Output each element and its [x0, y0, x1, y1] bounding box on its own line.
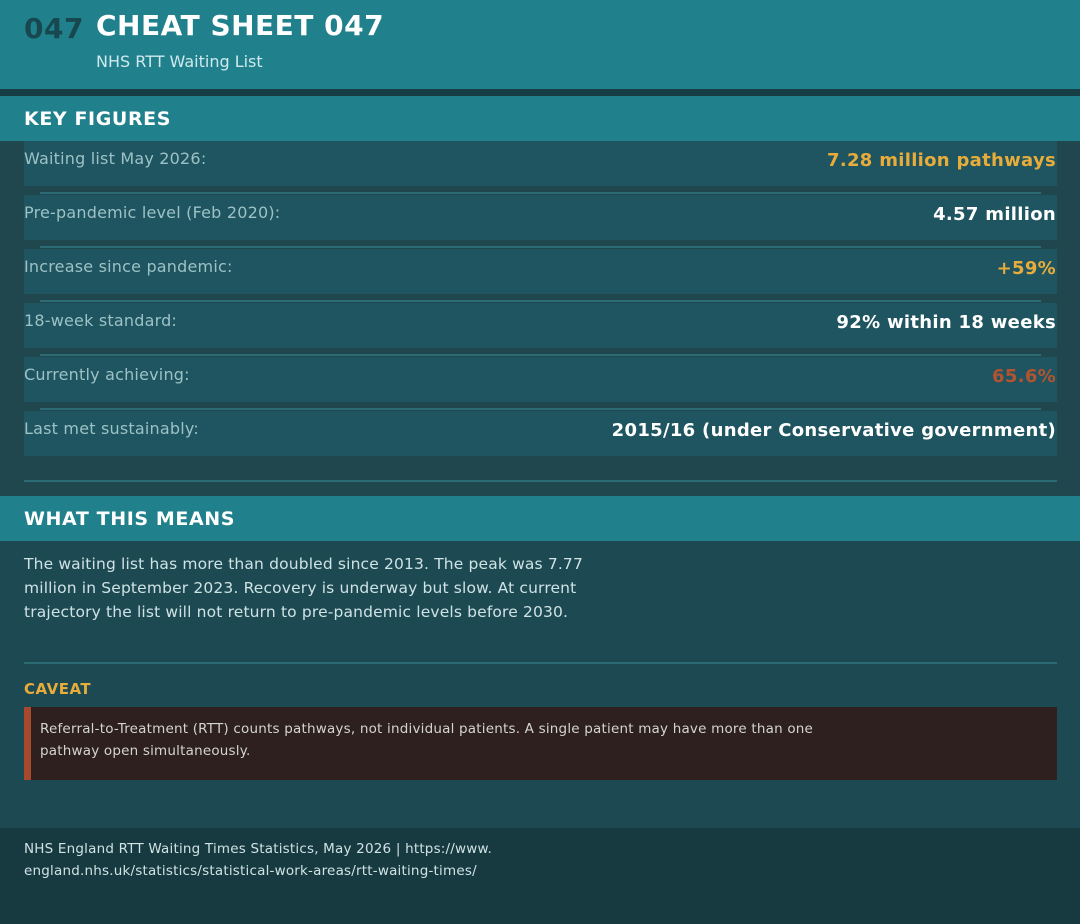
row-divider — [40, 246, 1041, 248]
section-header-what-this-means: WHAT THIS MEANS — [0, 496, 1080, 541]
key-figure-row: Waiting list May 2026: 7.28 million path… — [24, 141, 1057, 186]
row-divider — [40, 354, 1041, 356]
key-figure-label: Pre-pandemic level (Feb 2020): — [24, 203, 281, 222]
section-divider — [24, 662, 1057, 664]
section-title: WHAT THIS MEANS — [24, 508, 236, 530]
key-figure-value: 2015/16 (under Conservative government) — [611, 420, 1056, 441]
page-title: CHEAT SHEET 047 — [96, 9, 385, 42]
caveat-text: Referral-to-Treatment (RTT) counts pathw… — [40, 721, 814, 759]
key-figure-value: 65.6% — [992, 366, 1056, 387]
explanation-paragraph: The waiting list has more than doubled s… — [24, 555, 583, 621]
key-figure-row: Increase since pandemic: +59% — [24, 249, 1057, 294]
source-citation: NHS England RTT Waiting Times Statistics… — [24, 841, 493, 879]
key-figure-value: 92% within 18 weeks — [836, 312, 1056, 333]
section-divider — [24, 480, 1057, 482]
row-divider — [40, 300, 1041, 302]
key-figure-row: 18-week standard: 92% within 18 weeks — [24, 303, 1057, 348]
key-figure-value: 7.28 million pathways — [827, 150, 1056, 171]
caveat-callout: Referral-to-Treatment (RTT) counts pathw… — [24, 707, 1057, 780]
key-figure-label: 18-week standard: — [24, 311, 178, 330]
caveat-heading: CAVEAT — [24, 680, 92, 698]
sheet-number: 047 — [24, 12, 84, 45]
row-divider — [40, 408, 1041, 410]
section-header-key-figures: KEY FIGURES — [0, 96, 1080, 141]
key-figure-row: Last met sustainably: 2015/16 (under Con… — [24, 411, 1057, 456]
row-divider — [40, 192, 1041, 194]
key-figure-value: +59% — [996, 258, 1056, 279]
footer: NHS England RTT Waiting Times Statistics… — [0, 828, 1080, 924]
page-subtitle: NHS RTT Waiting List — [96, 52, 263, 71]
key-figure-label: Last met sustainably: — [24, 419, 199, 438]
key-figure-label: Increase since pandemic: — [24, 257, 233, 276]
section-title: KEY FIGURES — [24, 108, 172, 130]
key-figure-value: 4.57 million — [933, 204, 1056, 225]
key-figure-row: Currently achieving: 65.6% — [24, 357, 1057, 402]
header-divider — [0, 89, 1080, 96]
key-figure-label: Currently achieving: — [24, 365, 190, 384]
page-header: 047 CHEAT SHEET 047 NHS RTT Waiting List — [0, 0, 1080, 89]
key-figure-row: Pre-pandemic level (Feb 2020): 4.57 mill… — [24, 195, 1057, 240]
key-figure-label: Waiting list May 2026: — [24, 149, 207, 168]
